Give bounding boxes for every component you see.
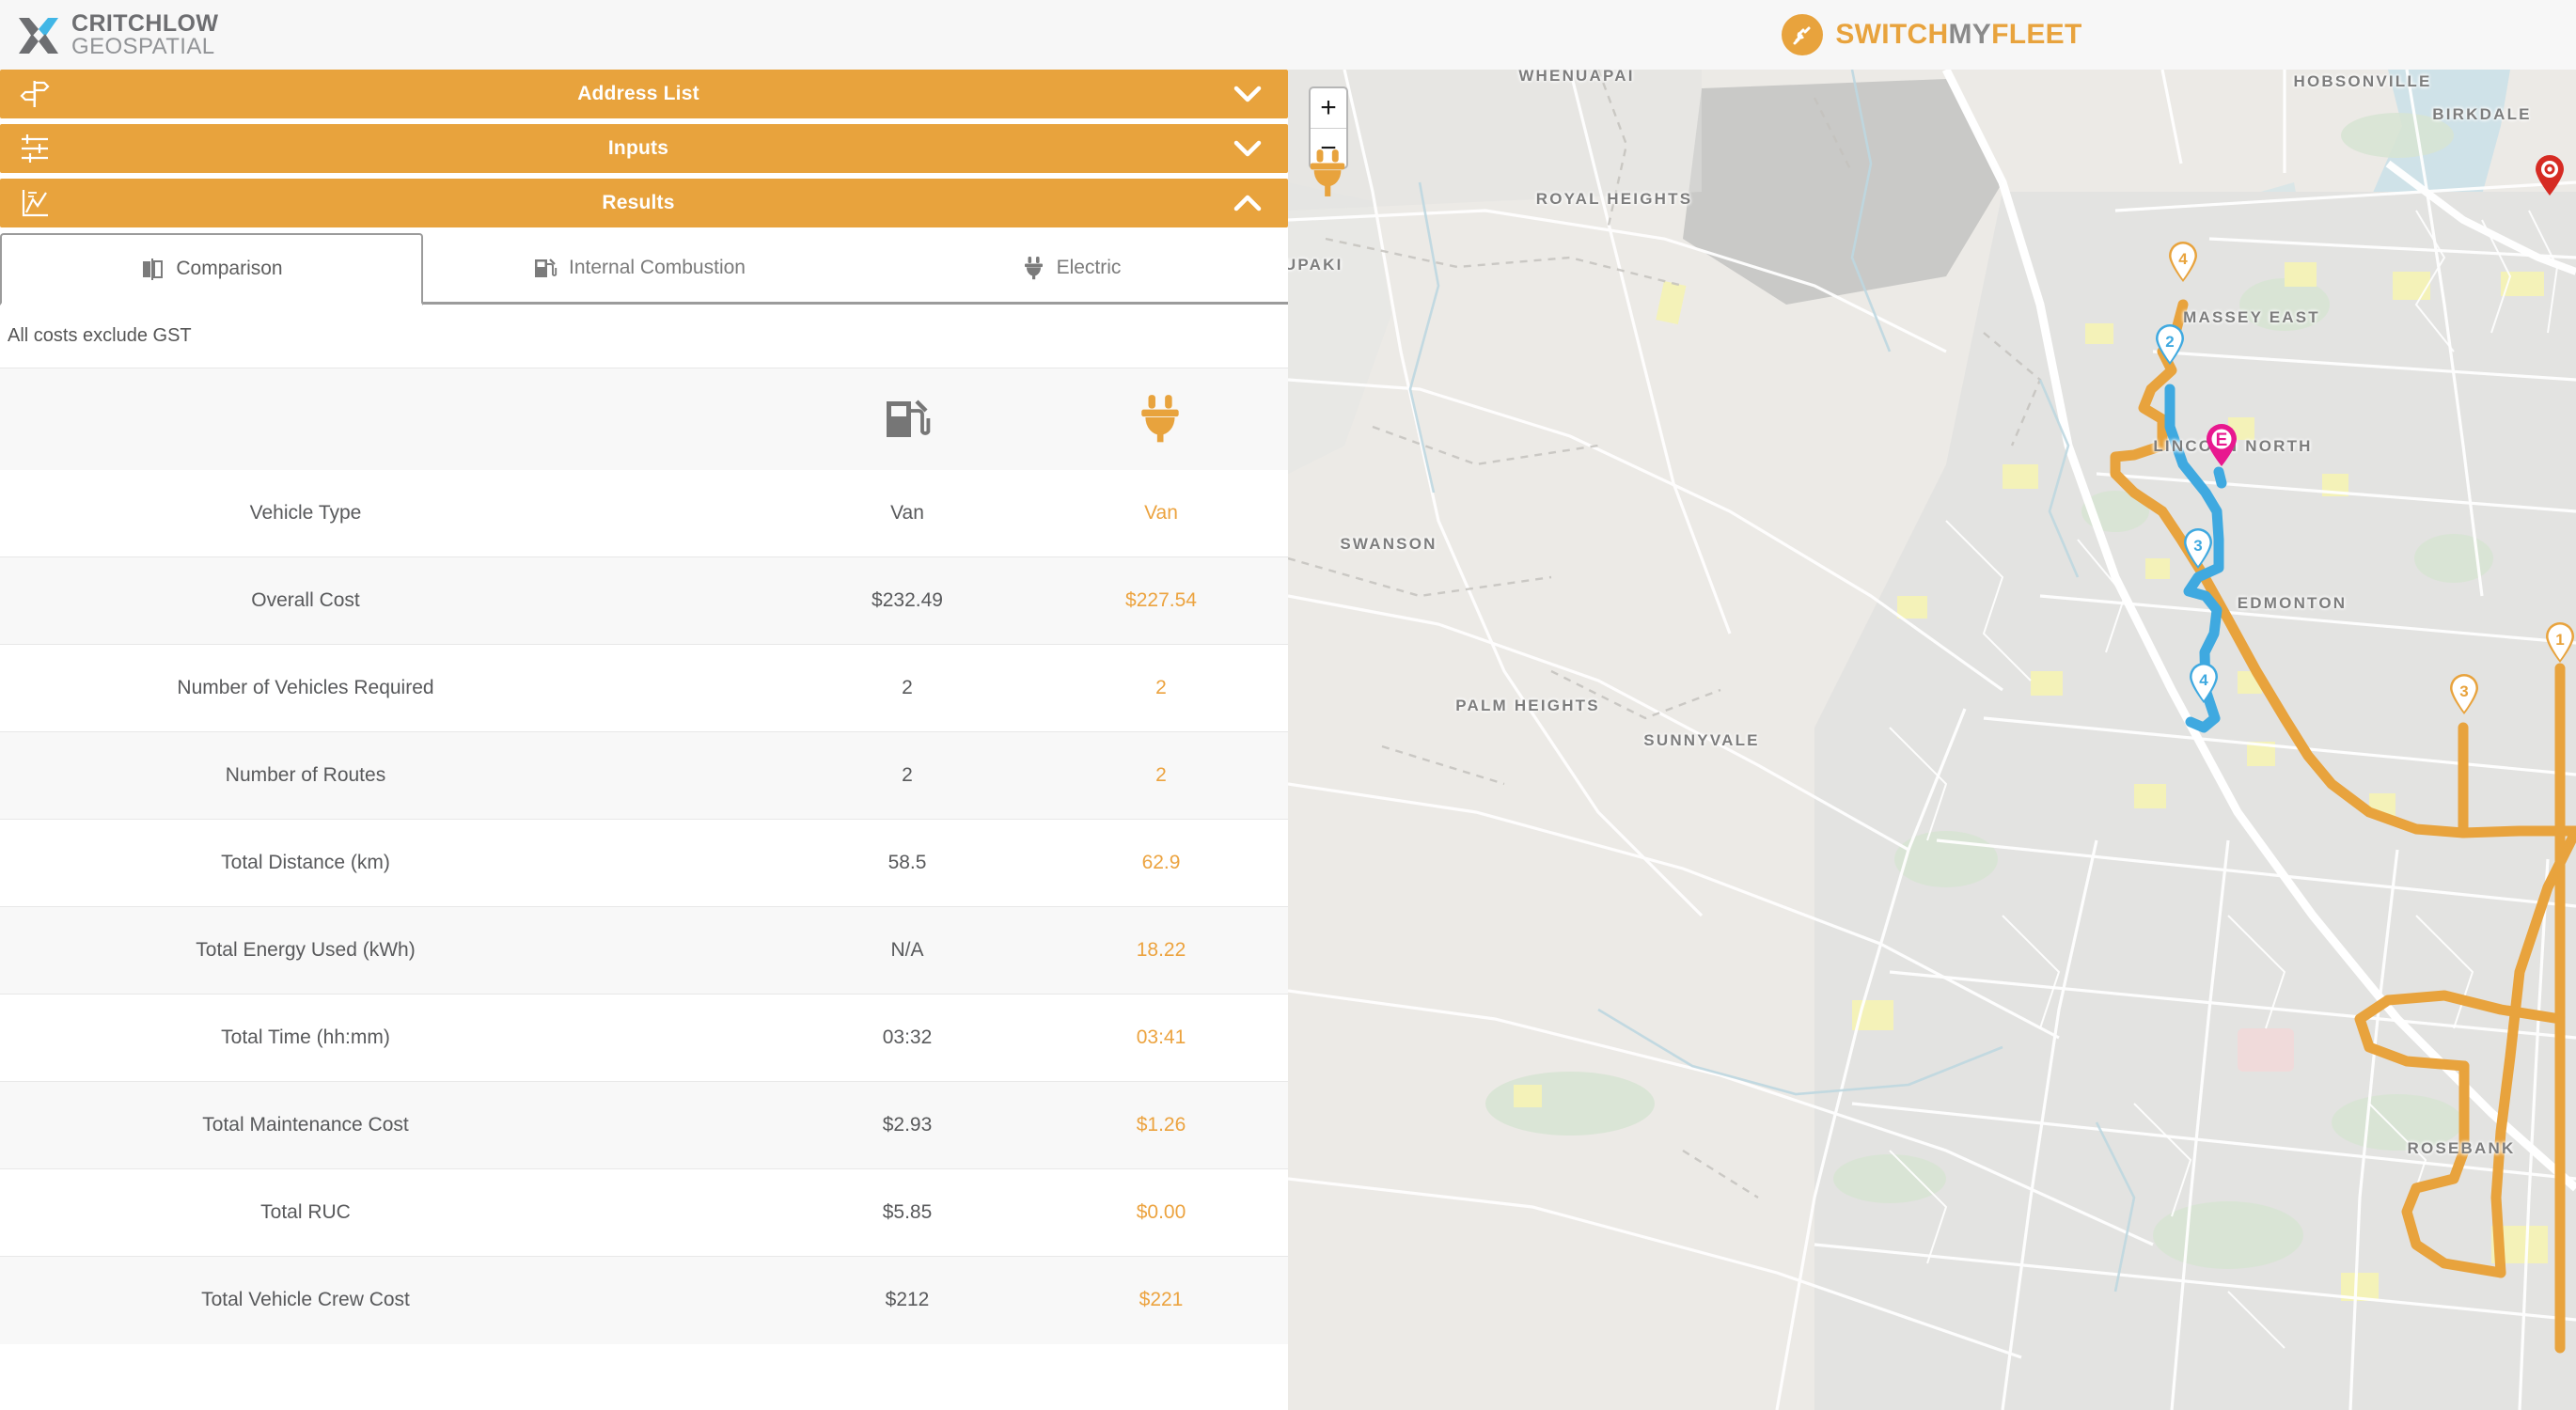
map-panel: SWITCHMYFLEET WHENUAPAI HOBSONVILLE BIRK… [1288,0,2576,1410]
accordion-label-inputs: Inputs [607,137,669,159]
comparison-table: Vehicle Type Van Van Overall Cost $232.4… [0,368,1288,1344]
row-value-ice: N/A [890,939,924,961]
map-marker-route-ev-3[interactable]: 3 [2182,528,2214,574]
tab-internal-combustion[interactable]: Internal Combustion [423,233,856,305]
map-marker-charging-station[interactable]: E [2205,424,2238,472]
row-label: Total Energy Used (kWh) [196,939,416,961]
accordion-label-address-list: Address List [577,83,699,104]
row-value-ice: 2 [902,677,913,698]
accordion: Address List Inputs Results [0,70,1288,227]
results-tabs: Comparison Internal Combustion Electric [0,233,1288,306]
critchlow-logo: CRITCHLOW GEOSPATIAL [17,9,219,59]
accordion-item-address-list[interactable]: Address List [0,70,1288,118]
table-header-row [0,368,1288,470]
table-row: Total Time (hh:mm) 03:32 03:41 [0,994,1288,1082]
row-value-ev: $227.54 [1125,589,1197,611]
fuel-pump-icon [533,256,558,280]
table-row: Total RUC $5.85 $0.00 [0,1168,1288,1257]
critchlow-logo-mark [19,18,58,54]
row-value-ev: Van [1144,501,1178,524]
table-row: Overall Cost $232.49 $227.54 [0,556,1288,645]
app-header: SWITCHMYFLEET [1288,0,2576,70]
map-marker-route-ice-3[interactable]: 3 [2448,674,2480,720]
logo-text-fleet: FLEET [1991,19,2082,50]
accordion-item-results[interactable]: Results [0,179,1288,227]
tab-label-comparison: Comparison [176,258,283,279]
row-label: Number of Vehicles Required [177,677,434,698]
row-value-ev: 62.9 [1141,852,1181,873]
logo-text-my: MY [1948,19,1992,50]
table-row: Total Distance (km) 58.5 62.9 [0,819,1288,907]
plug-icon [1782,14,1824,55]
map-graphics [1288,70,2576,1410]
column-header-internal-combustion [780,368,1034,470]
tab-electric[interactable]: Electric [856,233,1288,305]
map-marker-route-ev-2[interactable]: 2 [2154,324,2186,370]
row-value-ice: 58.5 [887,852,927,873]
row-label: Total Time (hh:mm) [221,1026,390,1048]
column-header-electric [1034,368,1288,470]
row-label: Vehicle Type [249,501,362,524]
critchlow-logo-line1: CRITCHLOW [71,9,219,37]
tab-label-internal-combustion: Internal Combustion [569,256,746,278]
row-value-ice: $212 [885,1289,930,1311]
plug-icon [1138,394,1185,448]
row-label: Total RUC [260,1201,351,1223]
row-value-ice: $5.85 [882,1201,933,1223]
app-root: CRITCHLOW GEOSPATIAL Address List Inputs… [0,0,2576,1410]
comparison-icon [140,257,165,281]
accordion-label-results: Results [602,192,675,213]
row-label: Total Vehicle Crew Cost [201,1289,410,1311]
charging-station-icon[interactable] [1307,147,1350,204]
row-label: Total Distance (km) [221,852,390,873]
zoom-in-button[interactable]: + [1311,88,1346,128]
chevron-up-icon[interactable] [1207,194,1288,212]
signpost-icon [0,78,70,110]
row-value-ice: Van [890,501,924,524]
map-marker-route-ice-1[interactable]: 1 [2544,622,2576,668]
plug-icon [1023,256,1045,280]
table-row: Total Energy Used (kWh) N/A 18.22 [0,906,1288,995]
tab-comparison[interactable]: Comparison [0,233,423,306]
row-value-ev: 2 [1155,677,1167,698]
map-marker-route-ev-4[interactable]: 4 [2188,663,2220,709]
map-marker-route-ice-4[interactable]: 4 [2167,242,2199,288]
sliders-icon [0,133,70,164]
table-row: Number of Vehicles Required 2 2 [0,644,1288,732]
row-value-ice: $2.93 [882,1114,933,1136]
row-value-ice: 2 [902,764,913,786]
row-value-ev: $1.26 [1136,1114,1186,1136]
chevron-down-icon[interactable] [1207,85,1288,103]
chart-icon [0,187,70,219]
logo-text-switch: SWITCH [1835,19,1949,50]
row-value-ice: 03:32 [882,1026,933,1048]
chevron-down-icon[interactable] [1207,139,1288,158]
row-value-ev: $0.00 [1136,1201,1186,1223]
row-value-ev: 03:41 [1136,1026,1186,1048]
row-value-ev: 2 [1155,764,1167,786]
row-label: Number of Routes [225,764,386,786]
row-label: Total Maintenance Cost [202,1114,409,1136]
gst-note: All costs exclude GST [8,325,192,346]
critchlow-logo-line2: GEOSPATIAL [71,33,215,59]
map-canvas[interactable]: WHENUAPAI HOBSONVILLE BIRKDALE ROYAL HEI… [1288,70,2576,1410]
table-row: Total Maintenance Cost $2.93 $1.26 [0,1081,1288,1169]
table-row: Vehicle Type Van Van [0,469,1288,557]
row-value-ev: $221 [1139,1289,1184,1311]
fuel-pump-icon [883,400,932,447]
tab-label-electric: Electric [1056,256,1122,278]
row-value-ev: 18.22 [1136,939,1186,961]
table-row: Number of Routes 2 2 [0,731,1288,820]
brand-bar: CRITCHLOW GEOSPATIAL [0,0,1288,70]
table-row: Total Vehicle Crew Cost $212 $221 [0,1256,1288,1344]
row-value-ice: $232.49 [872,589,943,611]
row-label: Overall Cost [251,589,360,611]
results-panel: CRITCHLOW GEOSPATIAL Address List Inputs… [0,0,1288,1410]
map-marker-depot[interactable] [2534,155,2566,201]
switchmyfleet-logo: SWITCHMYFLEET [1782,14,2081,55]
accordion-item-inputs[interactable]: Inputs [0,124,1288,173]
header-spacer [0,368,780,470]
